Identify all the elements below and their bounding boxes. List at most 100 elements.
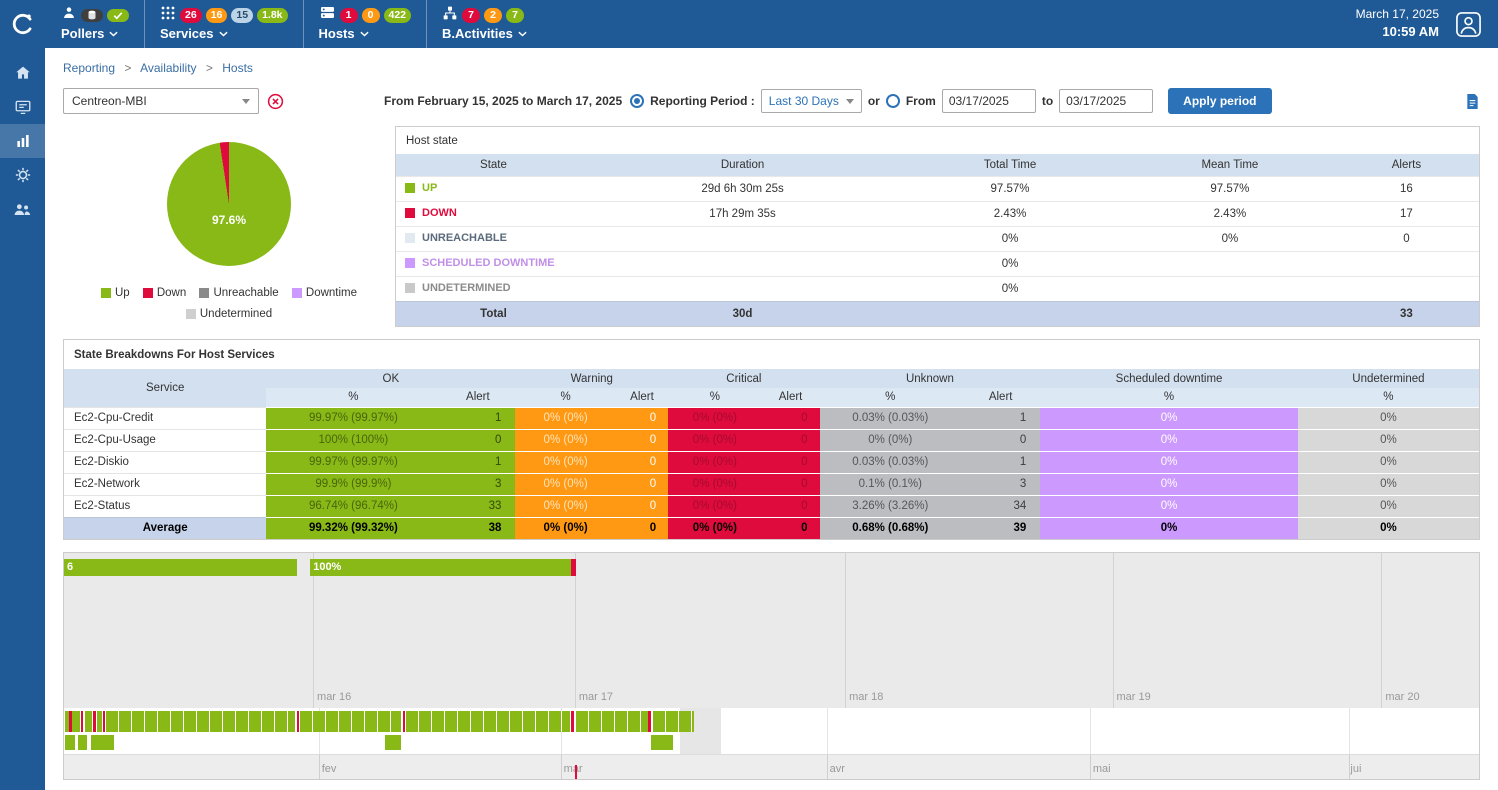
export-report-button[interactable]: [1465, 93, 1480, 110]
bactivities-ok-badge[interactable]: 7: [506, 8, 524, 23]
clear-filter-button[interactable]: [267, 93, 284, 110]
to-date-input[interactable]: [1059, 89, 1153, 113]
reporting-period-label: Reporting Period :: [650, 94, 755, 108]
select-caret-icon: [242, 99, 250, 104]
cell-critical-pct: 0% (0%): [668, 517, 761, 539]
service-row: Ec2-Cpu-Credit 99.97% (99.97%) 1 0% (0%)…: [64, 407, 1479, 429]
host-state-row-undetermined: UNDETERMINED 0%: [396, 276, 1479, 301]
state-up-swatch: [405, 183, 415, 193]
reporting-period-radio[interactable]: [630, 94, 644, 108]
nav-bactivities[interactable]: 7 2 7 B.Activities: [426, 0, 542, 48]
nav-hosts[interactable]: 1 0 422 Hosts: [303, 0, 427, 48]
col-alerts: Alerts: [1334, 154, 1479, 176]
people-icon: [13, 201, 32, 218]
cell-unknown-pct: 0.1% (0.1%): [820, 473, 962, 495]
average-row: Average 99.32% (99.32%) 38 0% (0%) 0 0% …: [64, 517, 1479, 539]
cell-service-name[interactable]: Ec2-Network: [64, 473, 266, 495]
cell-total-time: 2.43%: [894, 201, 1126, 226]
hosts-up-badge[interactable]: 422: [384, 8, 412, 23]
availability-up-segment: 100%: [310, 559, 570, 576]
service-row: Ec2-Network 99.9% (99.9%) 3 0% (0%) 0 0%…: [64, 473, 1479, 495]
user-profile-icon[interactable]: [1455, 11, 1482, 38]
legend-up-label: Up: [115, 284, 130, 302]
bactivities-warning-badge[interactable]: 2: [484, 8, 502, 23]
brush-down-bar: [69, 711, 71, 732]
services-pending-badge[interactable]: 15: [231, 8, 253, 23]
breadcrumb-reporting[interactable]: Reporting: [63, 61, 115, 75]
period-select[interactable]: Last 30 Days: [761, 89, 862, 113]
host-state-total-row: Total 30d 33: [396, 301, 1479, 326]
brush-ok-bar: [406, 711, 569, 732]
nav-hosts-label: Hosts: [319, 26, 355, 41]
services-warning-badge[interactable]: 16: [206, 8, 228, 23]
breadcrumb-availability[interactable]: Availability: [140, 61, 196, 75]
host-state-pie[interactable]: 97.6%: [167, 142, 291, 266]
sidebar-item-monitoring[interactable]: [0, 90, 45, 124]
centreon-logo[interactable]: [0, 0, 46, 48]
nav-services[interactable]: 26 16 15 1.8k Services: [144, 0, 303, 48]
cell-warning-alert: 0: [616, 451, 668, 473]
brush-ok-bar: [300, 711, 401, 732]
cell-ok-alert: 1: [440, 407, 515, 429]
to-label: to: [1042, 94, 1053, 108]
col-unknown: Unknown: [820, 369, 1041, 388]
col-unknown-pct: %: [820, 388, 962, 407]
brush-down-bar: [81, 711, 83, 732]
col-ok-pct: %: [266, 388, 440, 407]
cell-service-name[interactable]: Ec2-Cpu-Usage: [64, 429, 266, 451]
sidebar-item-administration[interactable]: [0, 192, 45, 226]
services-ok-badge[interactable]: 1.8k: [257, 8, 287, 23]
cell-service-name[interactable]: Ec2-Status: [64, 495, 266, 517]
availability-timeline-section: mar 16mar 17mar 18mar 19mar 206100% fevm…: [63, 552, 1480, 780]
cell-sched-pct: 0%: [1040, 473, 1298, 495]
sidebar-item-reporting[interactable]: [0, 124, 45, 158]
breadcrumb-separator: >: [206, 61, 213, 75]
cell-service-name[interactable]: Ec2-Diskio: [64, 451, 266, 473]
host-state-header-row: State Duration Total Time Mean Time Aler…: [396, 154, 1479, 176]
nav-pollers[interactable]: Pollers: [46, 0, 144, 48]
cell-duration: [591, 226, 894, 251]
axis-gridline: [827, 755, 828, 779]
cell-ok-pct: 99.32% (99.32%): [266, 517, 440, 539]
state-down-swatch: [405, 208, 415, 218]
legend-undetermined-label: Undetermined: [200, 305, 272, 323]
hosts-down-badge[interactable]: 1: [340, 8, 358, 23]
cell-unknown-pct: 0.68% (0.68%): [820, 517, 962, 539]
pollers-icon: [61, 5, 77, 26]
cell-mean-time: [1126, 276, 1334, 301]
cell-unknown-pct: 3.26% (3.26%): [820, 495, 962, 517]
cell-duration: [591, 276, 894, 301]
cell-alerts: [1334, 251, 1479, 276]
business-activities-icon: [442, 5, 458, 26]
custom-period-radio[interactable]: [886, 94, 900, 108]
brush-ok-bar-secondary: [65, 735, 75, 750]
cell-state: DOWN: [396, 201, 591, 226]
timeline-main-plot[interactable]: mar 16mar 17mar 18mar 19mar 206100%: [64, 553, 1479, 708]
timeline-month-axis[interactable]: fevmaravrmaijui: [64, 754, 1479, 779]
cell-service-name[interactable]: Ec2-Cpu-Credit: [64, 407, 266, 429]
sidebar-item-configuration[interactable]: [0, 158, 45, 192]
col-critical-alert: Alert: [762, 388, 820, 407]
bar-chart-icon: [14, 132, 32, 150]
cell-total-time: 0%: [894, 251, 1126, 276]
legend-downtime-label: Downtime: [306, 284, 357, 302]
availability-down-tick: [571, 559, 575, 576]
host-group-select[interactable]: Centreon-MBI: [63, 88, 259, 114]
sidebar-item-home[interactable]: [0, 56, 45, 90]
from-date-input[interactable]: [942, 89, 1036, 113]
breadcrumb-hosts[interactable]: Hosts: [222, 61, 253, 75]
services-critical-badge[interactable]: 26: [180, 8, 202, 23]
apply-period-button[interactable]: Apply period: [1168, 88, 1271, 114]
brush-ok-bar: [576, 711, 648, 732]
host-state-section: 97.6% Up Down Unreachable Downtime Undet…: [63, 126, 1480, 327]
cell-unknown-alert: 3: [961, 473, 1040, 495]
bactivities-critical-badge[interactable]: 7: [462, 8, 480, 23]
cell-critical-pct: 0% (0%): [668, 495, 761, 517]
timeline-brush[interactable]: [64, 708, 1479, 754]
hosts-unreachable-badge[interactable]: 0: [362, 8, 380, 23]
cell-undet-pct: 0%: [1298, 495, 1479, 517]
cell-ok-pct: 96.74% (96.74%): [266, 495, 440, 517]
cell-total-label: Total: [396, 301, 591, 326]
cell-critical-alert: 0: [762, 517, 820, 539]
col-mean-time: Mean Time: [1126, 154, 1334, 176]
